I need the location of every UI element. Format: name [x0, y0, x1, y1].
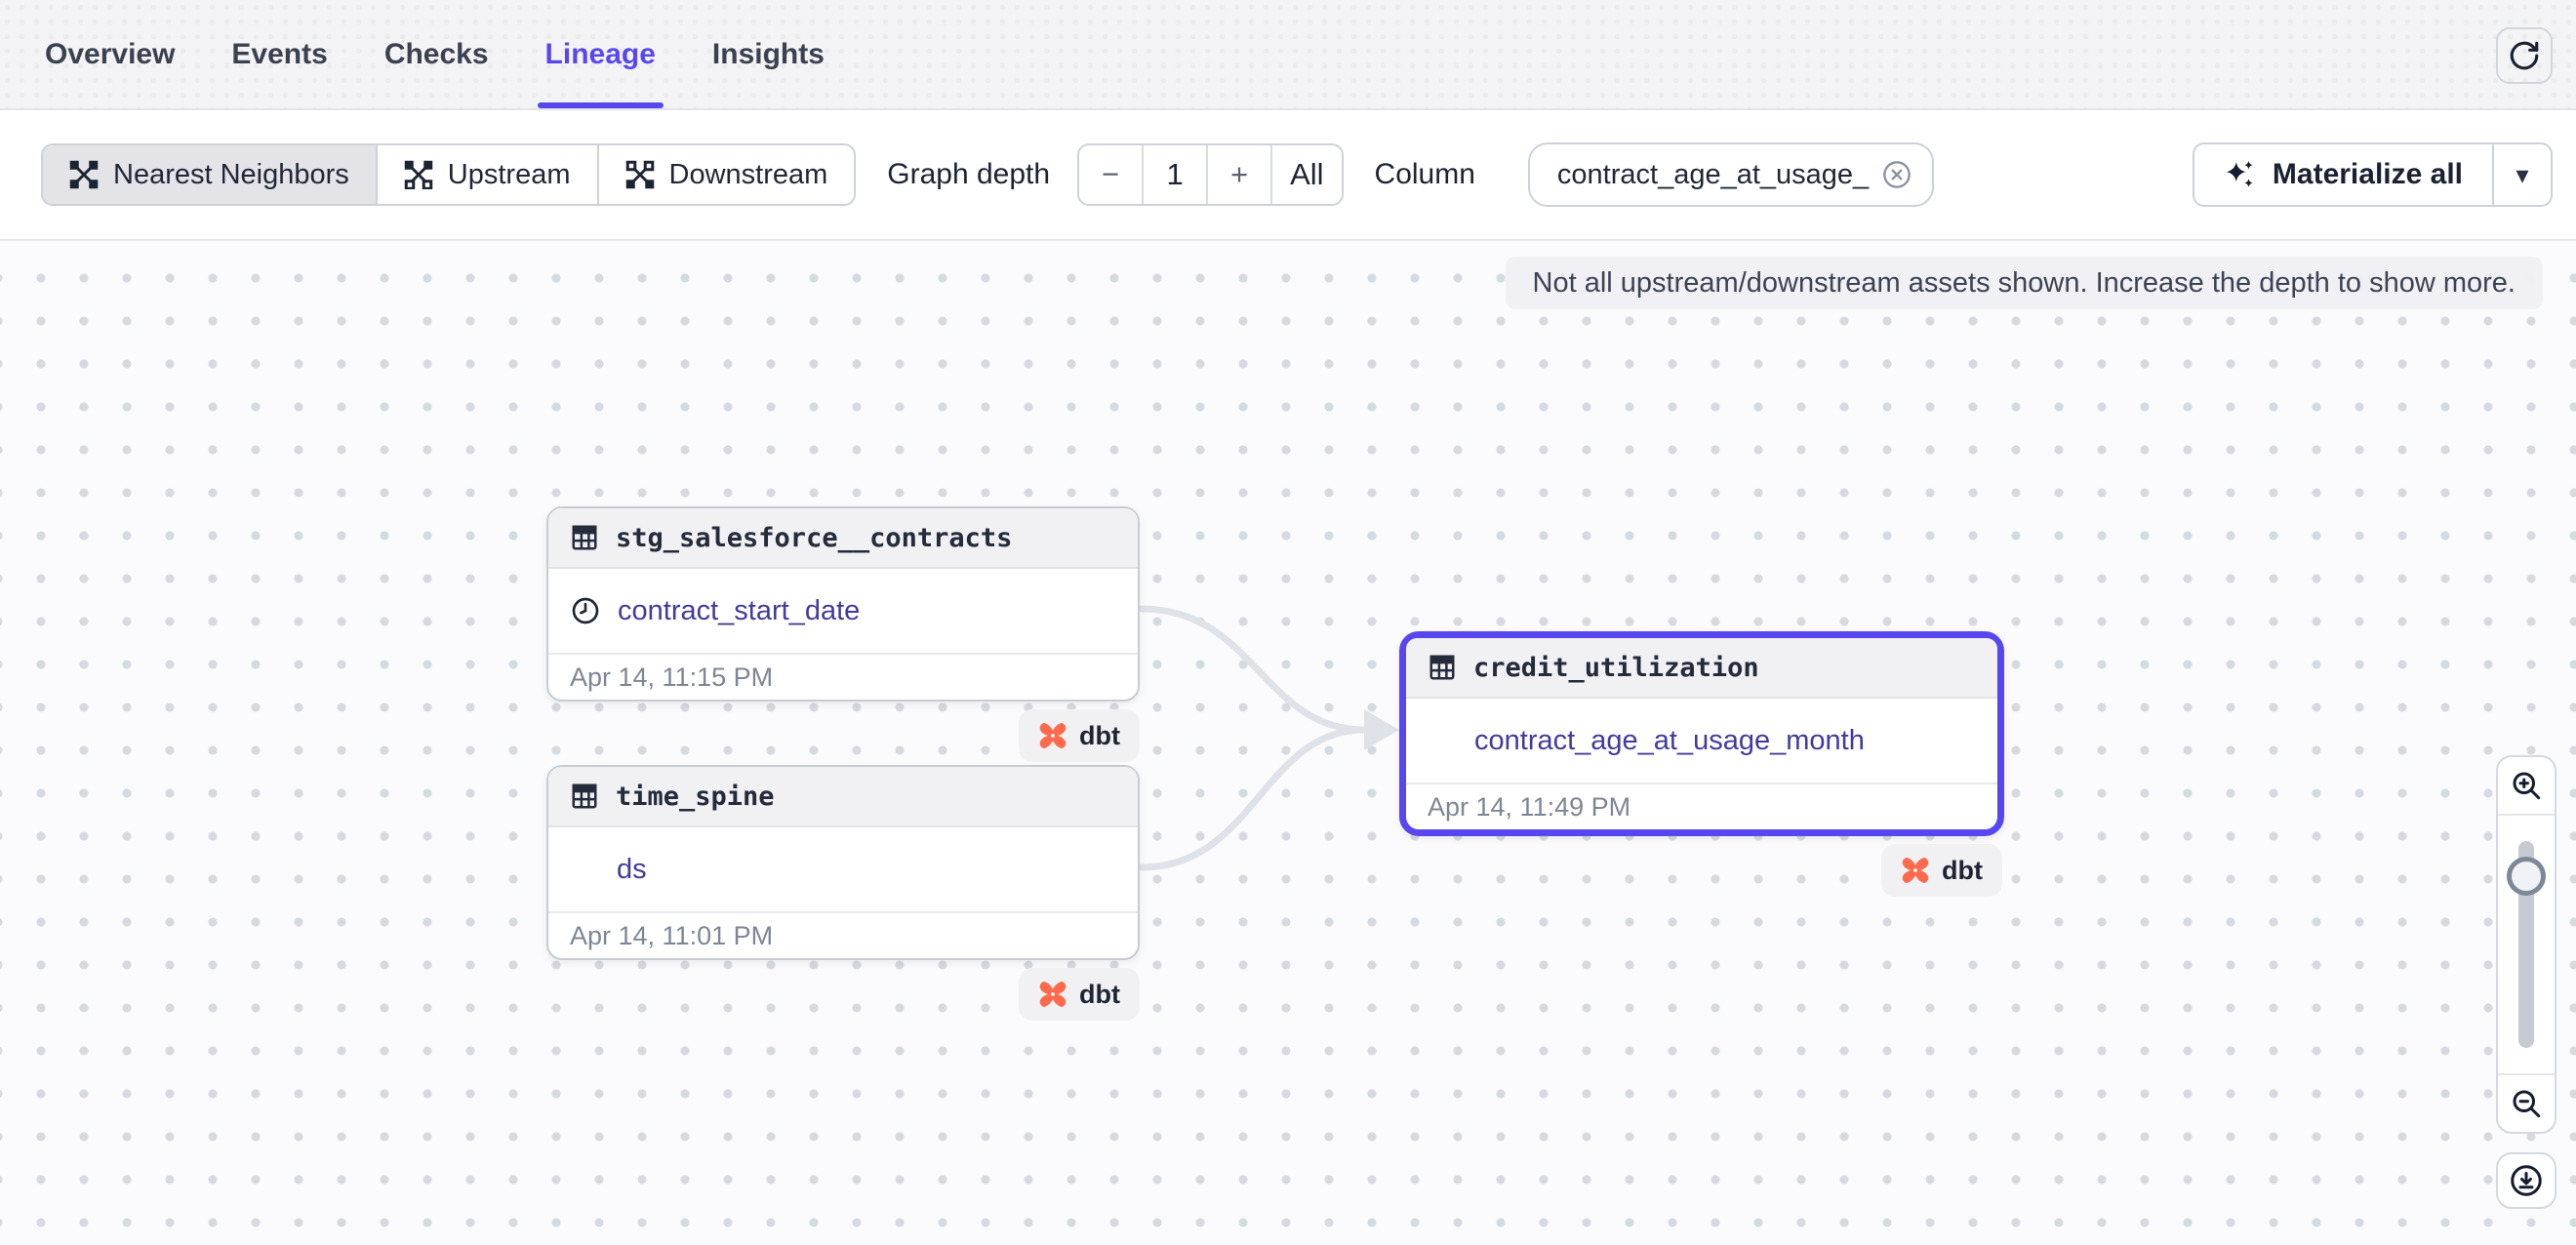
dbt-badge-label: dbt	[1942, 856, 1983, 886]
table-icon	[570, 782, 599, 811]
view-mode-label: Downstream	[669, 159, 828, 191]
recenter-view-button[interactable]	[2496, 1152, 2556, 1209]
view-mode-label: Nearest Neighbors	[113, 159, 349, 191]
dbt-logo-icon	[1038, 721, 1067, 750]
lineage-toolbar: Nearest Neighbors Upstream	[0, 110, 2576, 241]
tab-overview[interactable]: Overview	[45, 0, 175, 108]
view-mode-label: Upstream	[448, 159, 571, 191]
asset-column-row[interactable]: contract_start_date	[548, 569, 1138, 653]
asset-column-row[interactable]: contract_age_at_usage_month	[1406, 699, 1997, 783]
graph-depth-label: Graph depth	[887, 158, 1050, 191]
edge-arrowhead	[1364, 709, 1399, 750]
refresh-button[interactable]	[2496, 27, 2553, 84]
column-filter-value: contract_age_at_usage_	[1557, 159, 1869, 191]
depth-value: 1	[1144, 145, 1208, 204]
depth-warning-text: Not all upstream/downstream assets shown…	[1533, 267, 2516, 300]
materialize-dropdown-button[interactable]: ▾	[2492, 142, 2553, 207]
sparkles-icon	[2224, 158, 2257, 191]
column-filter-chip[interactable]: contract_age_at_usage_	[1528, 142, 1934, 207]
asset-title: credit_utilization	[1473, 653, 1759, 683]
dbt-badge-label: dbt	[1079, 721, 1120, 751]
dbt-logo-icon	[1038, 980, 1067, 1009]
downstream-icon	[625, 160, 655, 189]
asset-title: stg_salesforce__contracts	[616, 523, 1012, 553]
table-icon	[570, 523, 599, 552]
view-mode-downstream[interactable]: Downstream	[599, 145, 855, 204]
view-mode-nearest-neighbors[interactable]: Nearest Neighbors	[43, 145, 378, 204]
asset-node-stg-salesforce-contracts[interactable]: stg_salesforce__contracts contract_start…	[546, 506, 1140, 702]
materialize-button-group: Materialize all ▾	[2193, 142, 2553, 207]
tab-checks[interactable]: Checks	[384, 0, 489, 108]
asset-column-row[interactable]: ds	[548, 827, 1138, 911]
dbt-badge: dbt	[1881, 844, 2002, 897]
nearest-neighbors-icon	[69, 160, 99, 189]
zoom-control-panel	[2496, 755, 2556, 1134]
zoom-in-icon	[2509, 768, 2544, 803]
materialize-all-label: Materialize all	[2273, 158, 2463, 191]
edge-timespine-to-credit	[1142, 730, 1364, 867]
table-icon	[1428, 653, 1457, 682]
asset-node-header: stg_salesforce__contracts	[548, 508, 1138, 569]
zoom-slider-thumb[interactable]	[2507, 857, 2546, 896]
view-mode-upstream[interactable]: Upstream	[378, 145, 599, 204]
depth-decrement-button[interactable]: −	[1079, 145, 1144, 204]
asset-node-header: credit_utilization	[1406, 638, 1997, 699]
zoom-slider	[2498, 816, 2555, 1073]
lineage-edges	[0, 243, 2576, 1245]
lineage-canvas[interactable]: Not all upstream/downstream assets shown…	[0, 243, 2576, 1245]
asset-timestamp: Apr 14, 11:49 PM	[1406, 783, 1997, 829]
column-name: contract_start_date	[618, 595, 860, 627]
tab-events[interactable]: Events	[231, 0, 327, 108]
column-name: contract_age_at_usage_month	[1474, 725, 1865, 757]
depth-all-button[interactable]: All	[1272, 145, 1341, 204]
dbt-logo-icon	[1901, 856, 1930, 885]
dbt-badge: dbt	[1019, 968, 1140, 1021]
chevron-down-icon: ▾	[2516, 160, 2528, 190]
refresh-icon	[2508, 39, 2541, 72]
asset-node-header: time_spine	[548, 767, 1138, 827]
recenter-icon	[2509, 1163, 2544, 1198]
depth-warning-banner: Not all upstream/downstream assets shown…	[1506, 257, 2543, 309]
graph-depth-stepper: − 1 + All	[1077, 143, 1343, 206]
edge-stg-to-credit	[1142, 609, 1364, 730]
asset-timestamp: Apr 14, 11:01 PM	[548, 911, 1138, 958]
asset-node-time-spine[interactable]: time_spine ds Apr 14, 11:01 PM	[546, 765, 1140, 960]
view-mode-segmented-control: Nearest Neighbors Upstream	[41, 143, 856, 206]
column-filter-label: Column	[1375, 158, 1475, 191]
depth-increment-button[interactable]: +	[1208, 145, 1272, 204]
tab-bar: Overview Events Checks Lineage Insights	[0, 0, 2576, 110]
upstream-icon	[404, 160, 433, 189]
zoom-out-button[interactable]	[2498, 1073, 2555, 1132]
asset-timestamp: Apr 14, 11:15 PM	[548, 653, 1138, 700]
tab-lineage[interactable]: Lineage	[545, 0, 656, 108]
clock-icon	[570, 595, 601, 626]
circle-x-icon[interactable]	[1881, 159, 1912, 190]
tab-insights[interactable]: Insights	[712, 0, 825, 108]
dbt-badge-label: dbt	[1079, 980, 1120, 1010]
zoom-in-button[interactable]	[2498, 757, 2555, 816]
dbt-badge: dbt	[1019, 709, 1140, 762]
asset-title: time_spine	[616, 782, 775, 812]
column-name: ds	[617, 854, 647, 886]
zoom-out-icon	[2509, 1086, 2544, 1121]
materialize-all-button[interactable]: Materialize all	[2193, 142, 2494, 207]
asset-node-credit-utilization[interactable]: credit_utilization contract_age_at_usage…	[1399, 631, 2004, 836]
